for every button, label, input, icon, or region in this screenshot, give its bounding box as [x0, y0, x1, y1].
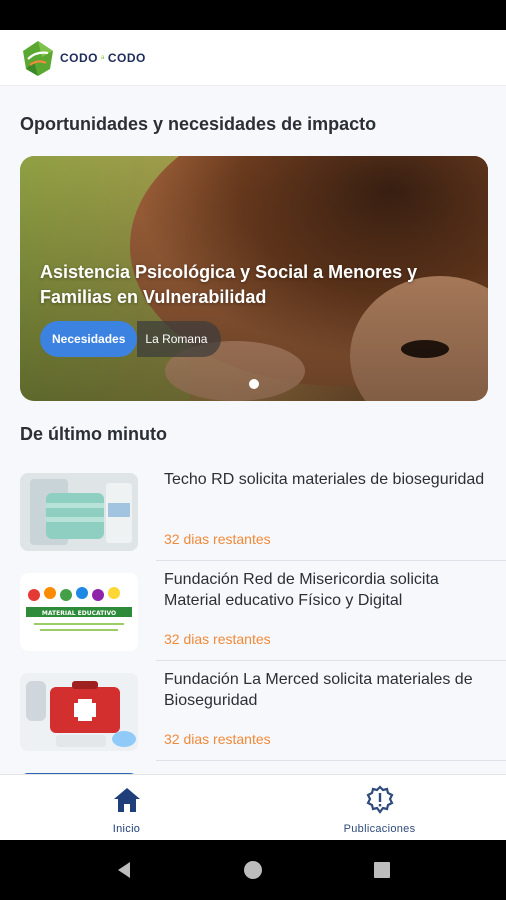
thumb-caption: MATERIAL EDUCATIVO [42, 610, 116, 617]
category-chip[interactable]: Necesidades [40, 321, 138, 357]
section-title-latest: De último minuto [20, 424, 167, 444]
status-bar [0, 0, 506, 30]
home-icon [113, 788, 140, 812]
masks-photo-icon [20, 473, 138, 551]
list-item[interactable]: Techo RD solicita materiales de biosegur… [0, 461, 506, 561]
brand-mid: a [101, 54, 105, 61]
codo-a-codo-logo-icon[interactable] [20, 39, 56, 77]
carousel-indicator[interactable] [249, 379, 259, 389]
news-title: Fundación Red de Misericordia solicita M… [164, 571, 439, 609]
location-chip[interactable]: La Romana [137, 321, 222, 357]
deadline-label: 32 dias restantes [164, 631, 271, 647]
educational-material-photo-icon: MATERIAL EDUCATIVO [20, 573, 138, 651]
recents-icon[interactable] [371, 859, 393, 881]
system-navigation-bar [0, 840, 506, 900]
list-item[interactable] [0, 761, 506, 774]
main-content[interactable]: Oportunidades y necesidades de impacto A… [0, 86, 506, 774]
nav-posts[interactable]: Publicaciones [253, 775, 506, 840]
brand-right: CODO [107, 50, 146, 65]
bottom-navigation: Inicio Publicaciones [0, 774, 506, 840]
first-aid-kit-photo-icon [20, 673, 138, 751]
news-title: Fundación La Merced solicita materiales … [164, 671, 473, 709]
list-item[interactable]: Fundación La Merced solicita materiales … [0, 661, 506, 761]
brand-wordmark: CODO a CODO [60, 51, 146, 65]
featured-chips: Necesidades La Romana [40, 321, 222, 357]
deadline-label: 32 dias restantes [164, 731, 271, 747]
featured-card[interactable]: Asistencia Psicológica y Social a Menore… [20, 156, 488, 401]
nav-home[interactable]: Inicio [0, 775, 253, 840]
home-circle-icon[interactable] [242, 859, 264, 881]
list-item[interactable]: MATERIAL EDUCATIVO Fundación Red de Mise… [0, 561, 506, 661]
news-list: Techo RD solicita materiales de biosegur… [0, 461, 506, 774]
nav-posts-label: Publicaciones [343, 823, 416, 835]
app-header: CODO a CODO [0, 30, 506, 86]
back-icon[interactable] [113, 859, 135, 881]
brand-left: CODO [60, 50, 98, 65]
featured-title: Asistencia Psicológica y Social a Menore… [40, 262, 418, 307]
deadline-label: 32 dias restantes [164, 531, 271, 547]
badge-alert-icon [366, 785, 393, 814]
nav-home-label: Inicio [112, 823, 141, 835]
news-title: Techo RD solicita materiales de biosegur… [164, 471, 485, 488]
section-title-opportunities: Oportunidades y necesidades de impacto [20, 114, 377, 134]
